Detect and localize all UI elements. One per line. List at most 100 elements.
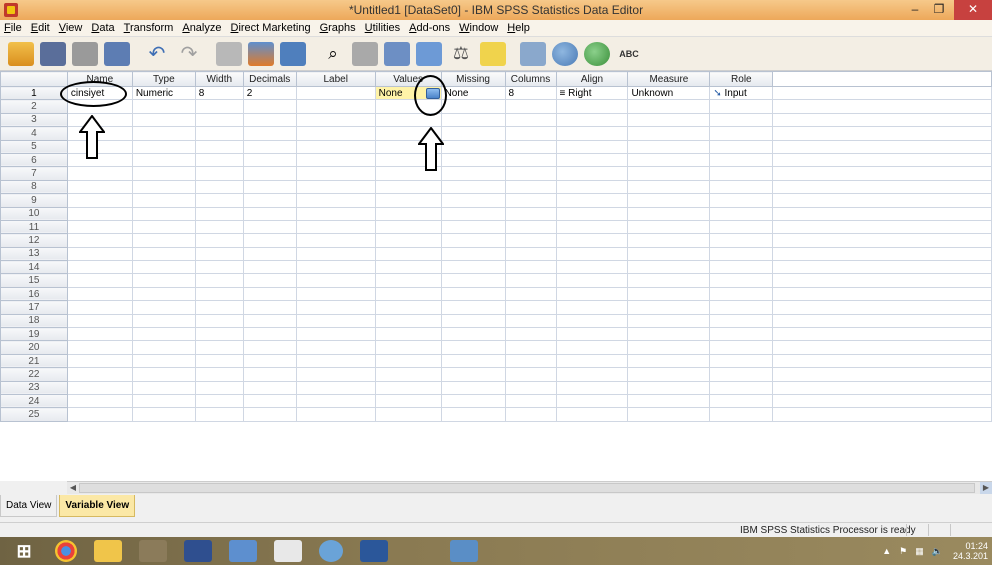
empty-cell[interactable]	[709, 327, 774, 342]
empty-cell[interactable]	[66, 193, 133, 208]
empty-cell[interactable]	[440, 152, 506, 168]
empty-cell[interactable]	[555, 112, 629, 128]
row-number[interactable]: 2	[0, 99, 68, 114]
empty-cell[interactable]	[131, 233, 196, 248]
cell-align[interactable]: ≡ Right	[555, 85, 629, 101]
empty-cell[interactable]	[627, 166, 711, 181]
empty-cell[interactable]	[194, 99, 244, 114]
empty-cell[interactable]	[194, 393, 244, 409]
col-header-measure[interactable]: Measure	[627, 71, 711, 87]
empty-cell[interactable]	[295, 179, 376, 195]
empty-cell[interactable]	[555, 193, 629, 208]
empty-cell[interactable]	[295, 112, 376, 128]
empty-cell[interactable]	[374, 380, 442, 395]
start-icon[interactable]: ⊞	[10, 540, 38, 562]
empty-cell[interactable]	[131, 246, 196, 262]
empty-cell[interactable]	[374, 193, 442, 208]
empty-cell[interactable]	[627, 139, 711, 154]
dialog-recall-icon[interactable]	[104, 41, 130, 66]
empty-cell[interactable]	[374, 233, 442, 248]
empty-cell[interactable]	[627, 367, 711, 382]
weight-cases-icon[interactable]: ⚖	[448, 42, 474, 66]
empty-cell[interactable]	[194, 112, 244, 128]
row-number[interactable]: 13	[0, 246, 68, 262]
col-header-decimals[interactable]: Decimals	[242, 71, 297, 87]
row-number[interactable]: 24	[0, 393, 68, 409]
empty-cell[interactable]	[242, 260, 297, 275]
empty-cell[interactable]	[242, 206, 297, 221]
empty-cell[interactable]	[555, 407, 629, 422]
empty-cell[interactable]	[555, 233, 629, 248]
goto-case-icon[interactable]	[216, 41, 242, 66]
empty-cell[interactable]	[627, 179, 711, 195]
row-number[interactable]: 6	[0, 152, 68, 168]
empty-cell[interactable]	[131, 152, 196, 168]
empty-cell[interactable]	[242, 112, 297, 128]
empty-cell[interactable]	[709, 219, 774, 235]
empty-cell[interactable]	[131, 206, 196, 221]
empty-cell[interactable]	[627, 152, 711, 168]
row-number[interactable]: 11	[0, 219, 68, 235]
empty-cell[interactable]	[194, 193, 244, 208]
menu-help[interactable]: Help	[507, 22, 530, 34]
sigma-icon[interactable]	[319, 540, 343, 562]
empty-cell[interactable]	[295, 246, 376, 262]
empty-cell[interactable]	[555, 126, 629, 141]
find-icon[interactable]: ⌕	[320, 42, 346, 66]
row-number[interactable]: 18	[0, 313, 68, 329]
save-icon[interactable]	[40, 41, 66, 66]
empty-cell[interactable]	[374, 219, 442, 235]
row-number[interactable]: 4	[0, 126, 68, 141]
empty-cell[interactable]	[374, 179, 442, 195]
paint-icon[interactable]	[405, 540, 433, 562]
empty-cell[interactable]	[440, 286, 506, 302]
empty-cell[interactable]	[504, 407, 557, 422]
menu-edit[interactable]: Edit	[31, 22, 50, 34]
empty-cell[interactable]	[295, 219, 376, 235]
empty-cell[interactable]	[374, 367, 442, 382]
cell-missing[interactable]: None	[440, 85, 506, 101]
empty-cell[interactable]	[709, 166, 774, 181]
empty-cell[interactable]	[555, 340, 629, 355]
row-number[interactable]: 9	[0, 193, 68, 208]
col-header-missing[interactable]: Missing	[440, 71, 506, 87]
empty-cell[interactable]	[504, 367, 557, 382]
empty-cell[interactable]	[709, 313, 774, 329]
chrome-icon[interactable]	[55, 540, 77, 562]
empty-cell[interactable]	[709, 367, 774, 382]
empty-cell[interactable]	[504, 206, 557, 221]
empty-cell[interactable]	[131, 273, 196, 288]
goto-variable-icon[interactable]	[248, 41, 274, 66]
word-icon[interactable]	[360, 540, 388, 562]
empty-cell[interactable]	[242, 166, 297, 181]
empty-cell[interactable]	[709, 380, 774, 395]
empty-cell[interactable]	[440, 206, 506, 221]
empty-cell[interactable]	[374, 313, 442, 329]
col-header-role[interactable]: Role	[709, 71, 774, 87]
empty-cell[interactable]	[66, 246, 133, 262]
empty-cell[interactable]	[194, 206, 244, 221]
empty-cell[interactable]	[295, 99, 376, 114]
cell-label[interactable]	[295, 85, 376, 101]
empty-cell[interactable]	[555, 166, 629, 181]
row-number[interactable]: 10	[0, 206, 68, 221]
empty-cell[interactable]	[440, 193, 506, 208]
empty-cell[interactable]	[709, 233, 774, 248]
row-number[interactable]: 3	[0, 112, 68, 128]
cell-decimals[interactable]: 2	[242, 85, 297, 101]
show-all-variables-icon[interactable]	[584, 41, 610, 66]
empty-cell[interactable]	[440, 313, 506, 329]
menu-direct-marketing[interactable]: Direct Marketing	[230, 22, 310, 34]
network-icon[interactable]: ▦	[915, 546, 924, 557]
empty-cell[interactable]	[66, 380, 133, 395]
empty-cell[interactable]	[66, 407, 133, 422]
empty-cell[interactable]	[242, 193, 297, 208]
empty-cell[interactable]	[504, 233, 557, 248]
empty-cell[interactable]	[242, 353, 297, 369]
empty-cell[interactable]	[627, 407, 711, 422]
empty-cell[interactable]	[555, 313, 629, 329]
empty-cell[interactable]	[295, 139, 376, 154]
empty-cell[interactable]	[66, 367, 133, 382]
empty-cell[interactable]	[504, 273, 557, 288]
empty-cell[interactable]	[374, 393, 442, 409]
